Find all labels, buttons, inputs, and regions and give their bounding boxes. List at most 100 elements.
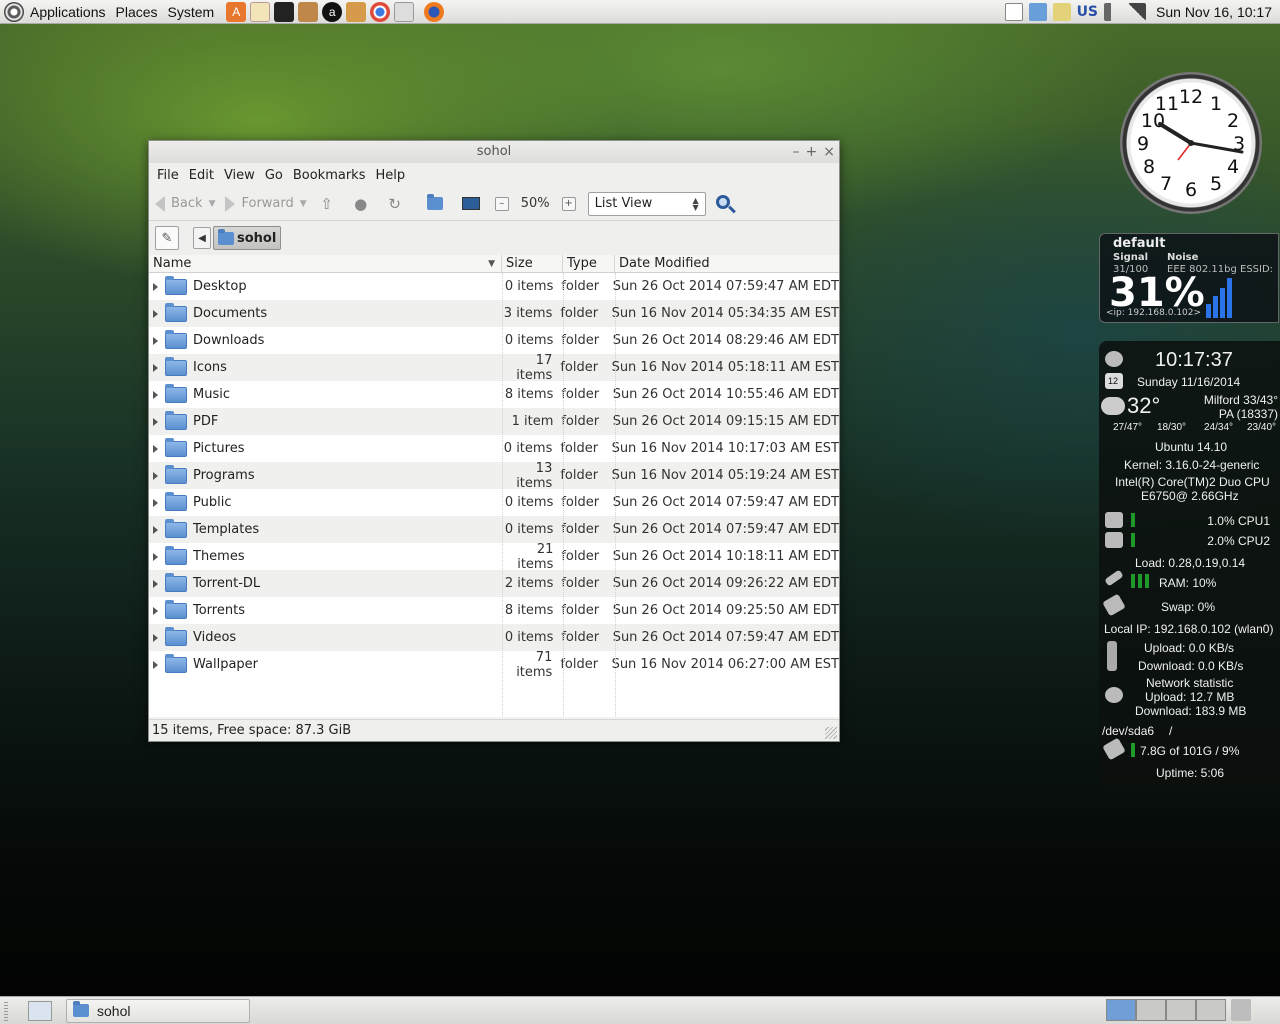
- archive-manager-icon[interactable]: [346, 1, 367, 22]
- forward-dropdown-icon[interactable]: ▼: [300, 199, 307, 209]
- expander-arrow-icon[interactable]: [153, 444, 158, 453]
- workspace-3[interactable]: [1166, 999, 1196, 1021]
- menu-go[interactable]: Go: [261, 168, 287, 183]
- panel-clock[interactable]: Sun Nov 16, 10:17: [1156, 4, 1272, 20]
- notification-icon[interactable]: [1004, 3, 1023, 21]
- amazon-icon[interactable]: a: [322, 1, 343, 22]
- software-center-icon[interactable]: A: [226, 1, 247, 22]
- system-monitor-icon[interactable]: [394, 1, 415, 22]
- conky-net-download: Download: 183.9 MB: [1135, 704, 1247, 718]
- taskbar-item-sohol[interactable]: sohol: [66, 998, 250, 1023]
- table-row[interactable]: Icons 17 items folder Sun 16 Nov 2014 05:18…: [149, 353, 839, 383]
- workspace-2[interactable]: [1136, 999, 1166, 1021]
- expander-arrow-icon[interactable]: [153, 660, 158, 669]
- expander-arrow-icon[interactable]: [153, 552, 158, 561]
- expander-arrow-icon[interactable]: [153, 525, 158, 534]
- row-type: folder: [560, 306, 599, 321]
- expander-arrow-icon[interactable]: [153, 282, 158, 291]
- weather-icon[interactable]: [1052, 3, 1071, 21]
- folder-icon: [165, 437, 187, 457]
- table-row[interactable]: PDF 1 item folder Sun 26 Oct 2014 09:15:15 …: [149, 408, 839, 435]
- zoom-out-button[interactable]: –: [494, 196, 509, 211]
- table-row[interactable]: Desktop 0 items folder Sun 26 Oct 2014 07:5…: [149, 273, 839, 300]
- row-date: Sun 26 Oct 2014 07:59:47 AM EDT: [612, 495, 839, 510]
- conky-disk-mount: /: [1169, 724, 1173, 738]
- conky-disk-usage: 7.8G of 101G / 9%: [1140, 744, 1240, 758]
- back-dropdown-icon[interactable]: ▼: [209, 199, 216, 209]
- table-row[interactable]: Music 8 items folder Sun 26 Oct 2014 10:55:…: [149, 381, 839, 408]
- table-row[interactable]: Documents 3 items folder Sun 16 Nov 2014 05…: [149, 300, 839, 327]
- table-row[interactable]: Torrents 8 items folder Sun 26 Oct 2014 09:…: [149, 597, 839, 624]
- table-row[interactable]: Downloads 0 items folder Sun 26 Oct 2014 08…: [149, 327, 839, 354]
- expander-arrow-icon[interactable]: [153, 471, 158, 480]
- show-desktop-icon[interactable]: [28, 1000, 52, 1021]
- search-icon[interactable]: [714, 193, 736, 215]
- breadcrumb-left-arrow-icon[interactable]: ◀: [193, 227, 211, 249]
- column-type[interactable]: Type: [563, 255, 615, 272]
- table-row[interactable]: Public 0 items folder Sun 26 Oct 2014 07:59…: [149, 489, 839, 516]
- workspace-1[interactable]: [1106, 999, 1136, 1021]
- reload-icon[interactable]: ↻: [385, 194, 405, 214]
- home-icon[interactable]: [427, 194, 447, 214]
- table-row[interactable]: Templates 0 items folder Sun 26 Oct 2014 07…: [149, 516, 839, 543]
- package-manager-icon[interactable]: [298, 1, 319, 22]
- menu-help[interactable]: Help: [371, 168, 409, 183]
- volume-icon[interactable]: [1104, 3, 1123, 21]
- resize-grip-icon[interactable]: [825, 727, 837, 739]
- up-icon[interactable]: ⇧: [317, 194, 337, 214]
- firefox-icon[interactable]: [424, 1, 445, 22]
- column-name[interactable]: Name ▼: [149, 255, 502, 272]
- expander-arrow-icon[interactable]: [153, 633, 158, 642]
- panel-grip-icon[interactable]: [4, 1000, 8, 1021]
- zoom-in-button[interactable]: +: [561, 196, 576, 211]
- view-mode-select[interactable]: List View ▲ ▼: [587, 191, 706, 216]
- table-row[interactable]: Torrent-DL 2 items folder Sun 26 Oct 2014 0…: [149, 570, 839, 597]
- home-folder-icon[interactable]: [1028, 3, 1047, 21]
- wifi-signal-label: Signal: [1113, 252, 1149, 263]
- close-icon[interactable]: ×: [823, 141, 835, 163]
- expander-arrow-icon[interactable]: [153, 309, 158, 318]
- expander-arrow-icon[interactable]: [153, 606, 158, 615]
- column-date-modified[interactable]: Date Modified: [615, 255, 839, 272]
- expander-arrow-icon[interactable]: [153, 363, 158, 372]
- row-type: folder: [561, 603, 600, 618]
- computer-icon[interactable]: [461, 194, 481, 214]
- keyboard-layout-indicator[interactable]: US: [1077, 4, 1098, 20]
- expander-arrow-icon[interactable]: [153, 390, 158, 399]
- maximize-icon[interactable]: +: [806, 141, 818, 163]
- chrome-icon[interactable]: [370, 1, 391, 22]
- calendar-day: 12: [1108, 376, 1119, 386]
- stop-icon[interactable]: ●: [351, 194, 371, 214]
- network-signal-icon[interactable]: [1128, 3, 1147, 21]
- menu-edit[interactable]: Edit: [185, 168, 218, 183]
- distro-logo-icon[interactable]: [4, 1, 24, 22]
- row-name: Music: [193, 387, 230, 402]
- forward-button[interactable]: Forward ▼: [225, 195, 307, 212]
- trash-icon[interactable]: [1231, 999, 1251, 1021]
- system-menu[interactable]: System: [168, 4, 215, 20]
- expander-arrow-icon[interactable]: [153, 579, 158, 588]
- workspace-4[interactable]: [1196, 999, 1226, 1021]
- table-row[interactable]: Wallpaper 71 items folder Sun 16 Nov 2014 0…: [149, 650, 839, 680]
- table-row[interactable]: Themes 21 items folder Sun 26 Oct 2014 10:1…: [149, 542, 839, 572]
- row-name-cell: Templates: [149, 518, 497, 538]
- places-menu[interactable]: Places: [116, 4, 158, 20]
- breadcrumb-sohol[interactable]: sohol: [213, 226, 282, 250]
- edit-location-icon[interactable]: ✎: [155, 226, 179, 250]
- window-titlebar[interactable]: sohol – + ×: [149, 141, 839, 163]
- menu-file[interactable]: File: [153, 168, 183, 183]
- text-editor-icon[interactable]: [250, 1, 271, 22]
- applications-menu[interactable]: Applications: [30, 4, 106, 20]
- expander-arrow-icon[interactable]: [153, 336, 158, 345]
- menu-bookmarks[interactable]: Bookmarks: [289, 168, 370, 183]
- table-row[interactable]: Videos 0 items folder Sun 26 Oct 2014 07:59…: [149, 624, 839, 651]
- menu-view[interactable]: View: [220, 168, 259, 183]
- expander-arrow-icon[interactable]: [153, 498, 158, 507]
- expander-arrow-icon[interactable]: [153, 417, 158, 426]
- table-row[interactable]: Programs 13 items folder Sun 16 Nov 2014 05…: [149, 461, 839, 491]
- back-button[interactable]: Back ▼: [155, 195, 216, 212]
- table-row[interactable]: Pictures 0 items folder Sun 16 Nov 2014 10:…: [149, 435, 839, 462]
- column-size[interactable]: Size: [502, 255, 563, 272]
- terminal-icon[interactable]: [274, 1, 295, 22]
- minimize-icon[interactable]: –: [793, 141, 800, 163]
